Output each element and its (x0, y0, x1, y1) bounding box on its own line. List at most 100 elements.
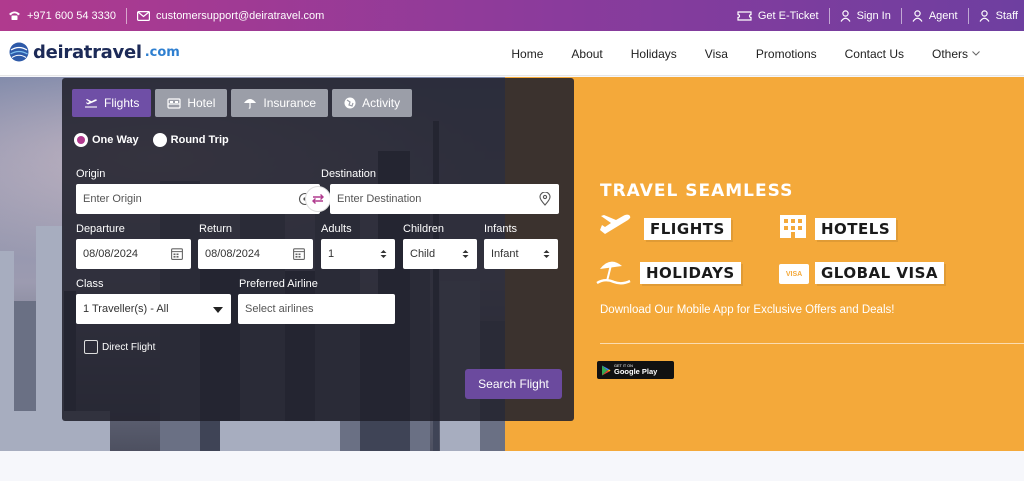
checkbox-box (84, 340, 98, 354)
departure-date-value: 08/08/2024 (83, 248, 139, 260)
radio-round-trip[interactable]: Round Trip (152, 133, 229, 147)
brand-logo[interactable]: deiratravel .com (8, 41, 180, 63)
infants-value: Infant (491, 248, 519, 260)
nav-others[interactable]: Others (918, 47, 994, 61)
staff-link[interactable]: Staff (979, 0, 1018, 31)
staff-icon (979, 9, 990, 22)
activity-globe-icon (344, 97, 356, 109)
direct-flight-label: Direct Flight (102, 341, 156, 353)
email-contact[interactable]: customersupport@deiratravel.com (137, 0, 324, 31)
nav-contact-us[interactable]: Contact Us (831, 47, 918, 61)
adults-label: Adults (321, 223, 352, 235)
holidays-badge: HOLIDAYS (640, 262, 741, 284)
divider (126, 7, 128, 24)
main-navigation: deiratravel .com Home About Holidays Visa… (0, 31, 1024, 76)
select-arrows-icon (380, 250, 387, 258)
map-pin-icon (539, 192, 551, 206)
radio-round-trip-label: Round Trip (170, 134, 229, 146)
return-date-input[interactable]: 08/08/2024 (198, 239, 313, 269)
search-flight-button[interactable]: Search Flight (465, 369, 562, 399)
promo-background (505, 77, 1024, 451)
visa-icon-text: VISA (785, 270, 803, 278)
preferred-airline-input[interactable]: Select airlines (238, 294, 395, 324)
preferred-airline-label: Preferred Airline (239, 278, 318, 290)
visa-card-icon: VISA (779, 264, 809, 284)
nav-holidays[interactable]: Holidays (617, 47, 691, 61)
radio-indicator-selected (74, 133, 88, 147)
destination-input[interactable]: Enter Destination (330, 184, 559, 214)
agent-icon (912, 9, 923, 22)
bed-icon (167, 97, 181, 109)
phone-icon (9, 11, 20, 20)
adults-value: 1 (328, 248, 335, 260)
globe-logo-icon (9, 42, 29, 62)
departure-label: Departure (76, 223, 125, 235)
search-tabs: Flights Hotel Insurance Activity (72, 89, 413, 117)
destination-label: Destination (321, 168, 377, 180)
infants-select[interactable]: Infant (484, 239, 558, 269)
brand-tld: .com (144, 44, 180, 60)
departure-date-input[interactable]: 08/08/2024 (76, 239, 191, 269)
direct-flight-checkbox[interactable]: Direct Flight (84, 340, 155, 354)
phone-contact[interactable]: +971 600 54 3330 (8, 0, 116, 31)
google-play-button[interactable]: GET IT ON Google Play (597, 361, 674, 379)
hotels-badge: HOTELS (815, 218, 897, 240)
origin-input[interactable]: Enter Origin (76, 184, 320, 214)
promo-title: TRAVEL SEAMLESS (600, 181, 794, 201)
global-visa-badge: GLOBAL VISA (815, 262, 945, 284)
select-arrows-icon (543, 250, 550, 258)
caret-down-icon (213, 307, 223, 313)
select-arrows-icon (462, 250, 469, 258)
promo-subtitle: Download Our Mobile App for Exclusive Of… (600, 304, 895, 316)
class-select[interactable]: 1 Traveller(s) - All (76, 294, 231, 324)
nav-visa[interactable]: Visa (691, 47, 742, 61)
tab-flights[interactable]: Flights (72, 89, 152, 117)
nav-home[interactable]: Home (497, 47, 557, 61)
mail-icon (137, 10, 151, 21)
hero-banner: Flights Hotel Insurance Activity One Way (0, 77, 1024, 451)
trip-type-group: One Way Round Trip (74, 133, 229, 147)
children-label: Children (403, 223, 444, 235)
children-select[interactable]: Child (403, 239, 477, 269)
page-footer-strip (0, 451, 1024, 481)
divider (828, 7, 830, 24)
adults-select[interactable]: 1 (321, 239, 395, 269)
search-panel: Flights Hotel Insurance Activity One Way (62, 78, 574, 421)
umbrella-icon (244, 99, 257, 109)
radio-one-way[interactable]: One Way (74, 133, 139, 147)
calendar-icon (171, 248, 183, 260)
tab-insurance-label: Insurance (263, 96, 317, 110)
class-label: Class (76, 278, 104, 290)
sign-in-label: Sign In (856, 9, 891, 22)
destination-placeholder: Enter Destination (337, 193, 422, 205)
tab-insurance[interactable]: Insurance (231, 89, 329, 117)
tab-hotel[interactable]: Hotel (155, 89, 228, 117)
swap-icon (312, 194, 324, 204)
plane-icon (85, 99, 97, 108)
origin-label: Origin (76, 168, 106, 180)
radio-indicator (152, 133, 167, 147)
sign-in-link[interactable]: Sign In (840, 0, 891, 31)
nav-promotions[interactable]: Promotions (742, 47, 831, 61)
agent-link[interactable]: Agent (912, 0, 958, 31)
hotel-building-icon (780, 215, 806, 238)
nav-about[interactable]: About (557, 47, 616, 61)
divider (900, 7, 902, 24)
chevron-down-icon (972, 51, 980, 56)
airplane-icon (600, 214, 631, 234)
promo-divider (600, 343, 1024, 344)
return-label: Return (199, 223, 233, 235)
return-date-value: 08/08/2024 (205, 248, 261, 260)
ticket-icon (737, 10, 752, 21)
support-email: customersupport@deiratravel.com (156, 9, 325, 22)
google-play-text: Google Play (614, 367, 658, 376)
swap-route-button[interactable] (305, 186, 331, 212)
origin-placeholder: Enter Origin (83, 193, 142, 205)
get-eticket-link[interactable]: Get E-Ticket (737, 0, 819, 31)
staff-label: Staff (995, 9, 1018, 22)
top-bar: +971 600 54 3330 customersupport@deiratr… (0, 0, 1024, 31)
tab-activity[interactable]: Activity (332, 89, 413, 117)
get-eticket-label: Get E-Ticket (757, 9, 819, 22)
phone-number: +971 600 54 3330 (27, 9, 117, 22)
brand-name: deiratravel (33, 41, 142, 63)
